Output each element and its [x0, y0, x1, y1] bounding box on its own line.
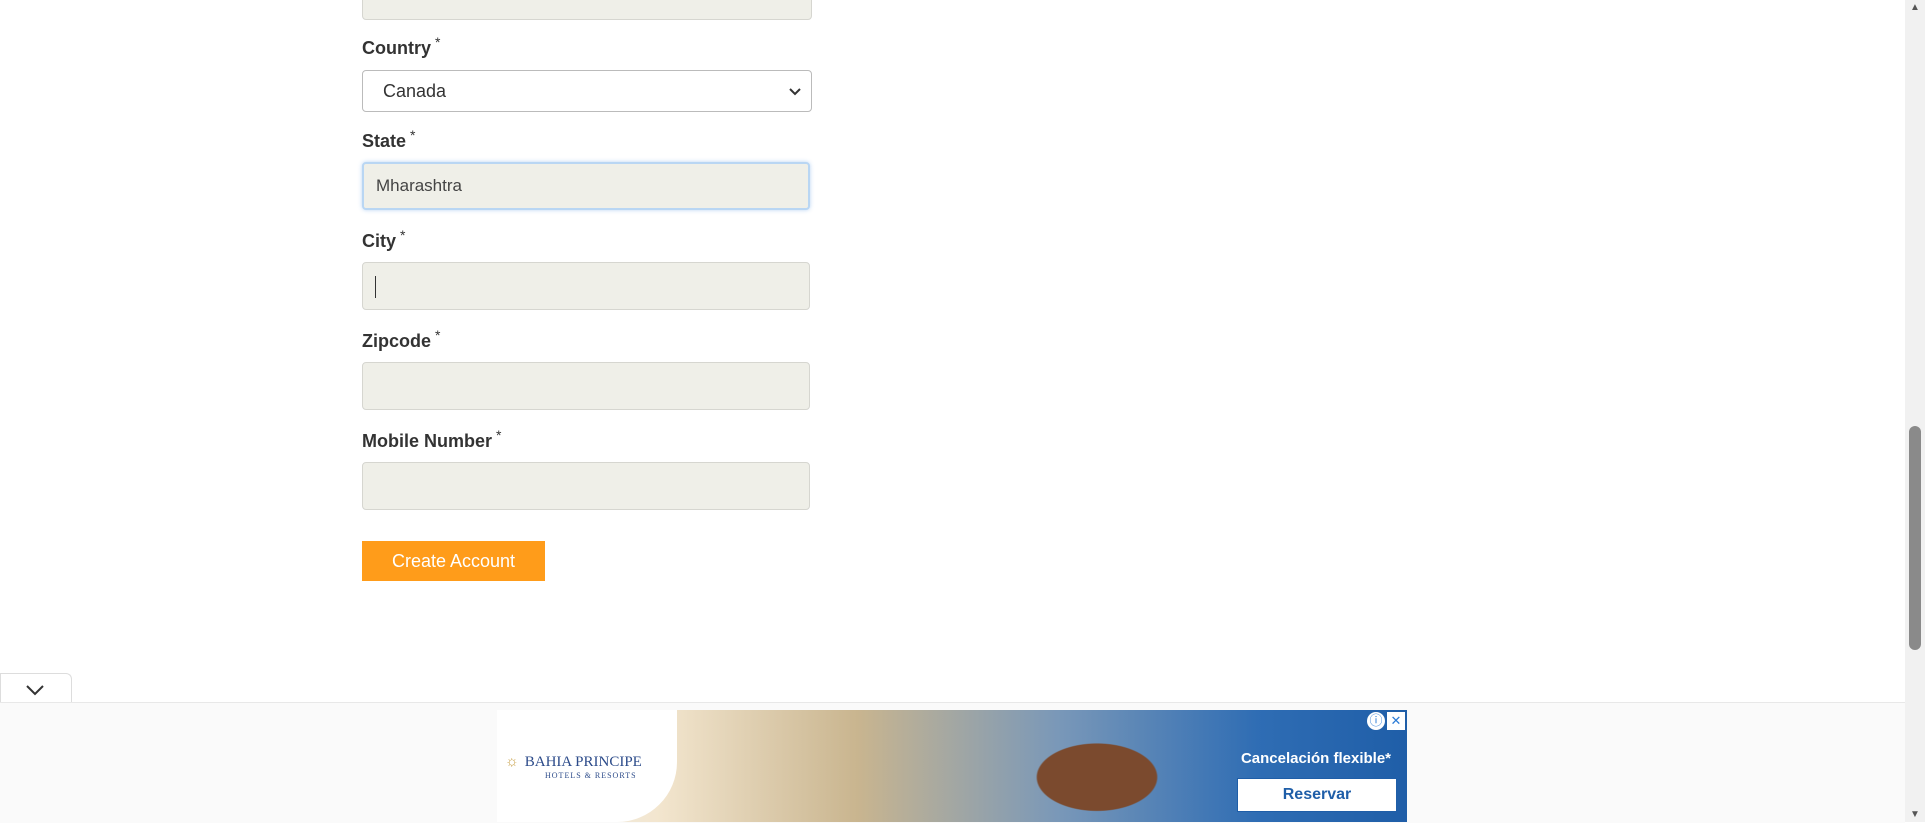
city-input[interactable] [362, 262, 810, 310]
scroll-down-arrow-icon[interactable]: ▼ [1910, 809, 1920, 820]
ad-tagline: Cancelación flexible* [1240, 750, 1391, 767]
mobile-number-input[interactable] [362, 462, 810, 510]
country-selected-value: Canada [383, 81, 447, 101]
state-input[interactable] [362, 162, 810, 210]
zipcode-input[interactable] [362, 362, 810, 410]
close-icon[interactable]: ✕ [1387, 712, 1405, 730]
create-account-button[interactable]: Create Account [362, 541, 545, 581]
required-marker: * [410, 127, 416, 143]
state-label: State * [362, 127, 416, 151]
zipcode-label: Zipcode * [362, 327, 441, 351]
vertical-scrollbar[interactable]: ▲ ▼ [1905, 0, 1925, 822]
ad-reservar-button[interactable]: Reservar [1237, 778, 1397, 812]
city-label: City * [362, 227, 406, 251]
required-marker: * [496, 427, 502, 443]
ad-banner[interactable]: ☼ BAHIA PRINCIPE HOTELS & RESORTS Cancela… [497, 710, 1407, 822]
country-label: Country * [362, 34, 441, 58]
ad-image [977, 710, 1177, 822]
scroll-up-arrow-icon[interactable]: ▲ [1910, 2, 1920, 13]
text-caret [375, 276, 376, 298]
required-marker: * [435, 34, 441, 50]
ad-collapse-toggle[interactable] [0, 673, 72, 704]
required-marker: * [400, 227, 406, 243]
country-select[interactable]: Canada [362, 70, 812, 112]
scrollbar-thumb[interactable] [1909, 426, 1921, 650]
chevron-down-icon [26, 685, 44, 696]
info-icon[interactable]: ⓘ [1367, 712, 1385, 730]
ad-logo-area: ☼ BAHIA PRINCIPE HOTELS & RESORTS [497, 710, 677, 822]
mobile-label: Mobile Number * [362, 427, 502, 451]
required-marker: * [435, 327, 441, 343]
brand-mark-icon: ☼ [505, 754, 519, 770]
chevron-down-icon [789, 71, 801, 111]
ad-brand-logo: ☼ BAHIA PRINCIPE HOTELS & RESORTS [505, 754, 642, 780]
previous-field-input[interactable] [362, 0, 812, 20]
